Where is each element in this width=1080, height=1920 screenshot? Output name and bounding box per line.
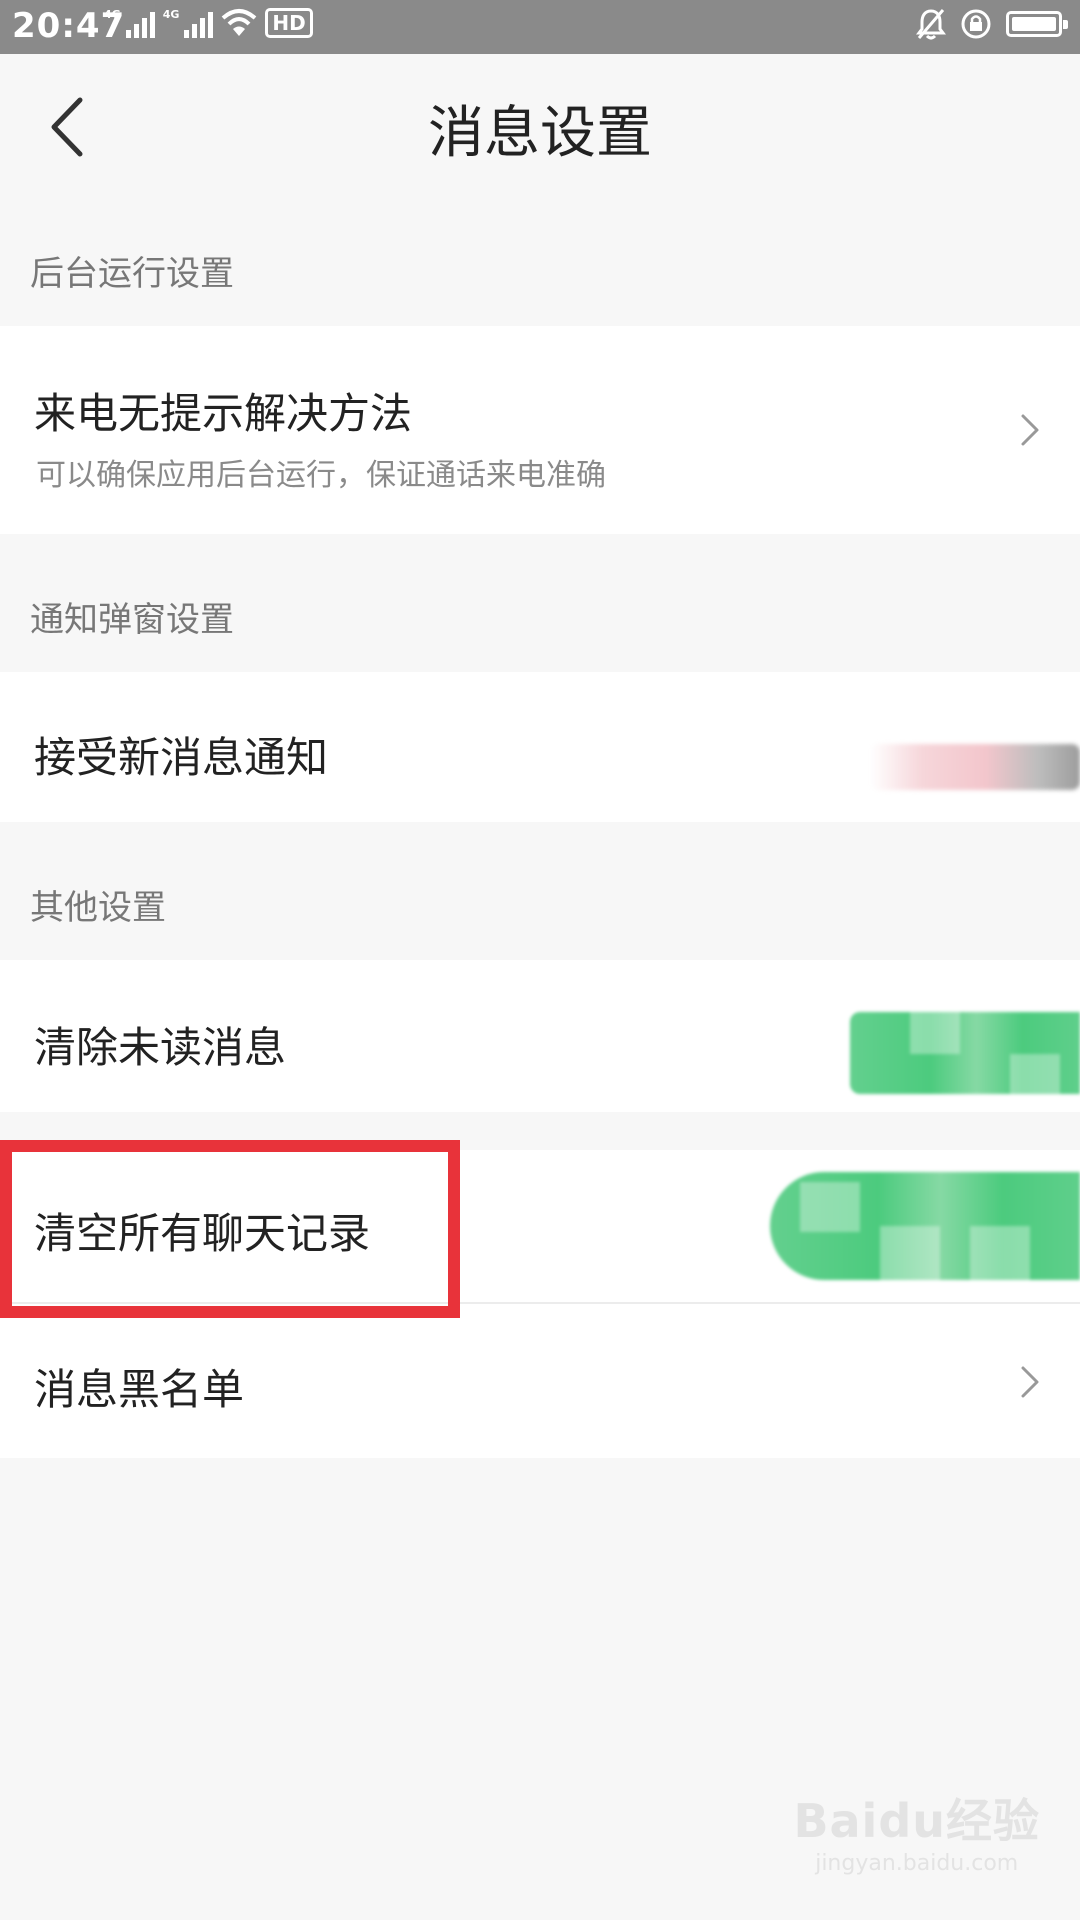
bell-off-icon (916, 9, 946, 40)
wifi-icon (222, 9, 257, 36)
list-item-new-message-notification[interactable]: 接受新消息通知 (0, 672, 1080, 822)
list-item-title: 接受新消息通知 (34, 733, 329, 782)
hd-label: HD (272, 11, 306, 35)
status-left-icons: 4G 4G HD (104, 8, 313, 38)
watermark: Baidu经验 jingyan.baidu.com (793, 1785, 1040, 1876)
list-item-call-no-alert[interactable]: 来电无提示解决方法 可以确保应用后台运行，保证通话来电准确 (0, 326, 1080, 534)
battery-icon (1006, 11, 1068, 37)
list-item-clear-unread[interactable]: 清除未读消息 (0, 960, 1080, 1112)
watermark-url: jingyan.baidu.com (815, 1851, 1019, 1876)
list-item-title: 消息黑名单 (34, 1365, 245, 1414)
page-title: 消息设置 (428, 101, 652, 166)
section-label-other: 其他设置 (30, 888, 166, 928)
top-bar: 消息设置 (0, 54, 1080, 198)
network-type-label: 4G (104, 8, 121, 21)
toggle-switch-blurred[interactable] (870, 744, 1080, 790)
section-label-background: 后台运行设置 (30, 254, 234, 294)
chevron-right-icon (1021, 1366, 1039, 1398)
hd-icon: HD (265, 8, 313, 38)
signal-icon: 4G (163, 8, 214, 38)
list-item-message-blacklist[interactable]: 消息黑名单 (0, 1304, 1080, 1458)
rotation-lock-icon (961, 9, 991, 39)
list-item-title: 来电无提示解决方法 (34, 389, 413, 438)
list-item-subtitle: 可以确保应用后台运行，保证通话来电准确 (36, 458, 606, 493)
signal-icon: 4G (104, 8, 155, 38)
list-item-title: 清除未读消息 (34, 1023, 287, 1072)
network-type-label: 4G (162, 8, 180, 21)
action-button-blurred[interactable] (770, 1172, 1080, 1280)
status-bar: 20:47 4G 4G HD (0, 0, 1080, 54)
status-right-icons (916, 8, 1068, 40)
highlight-frame (0, 1140, 460, 1318)
action-button-blurred[interactable] (850, 1012, 1080, 1094)
section-label-notification: 通知弹窗设置 (30, 600, 234, 640)
watermark-brand: Baidu经验 (793, 1794, 1040, 1848)
chevron-right-icon (1021, 414, 1039, 446)
